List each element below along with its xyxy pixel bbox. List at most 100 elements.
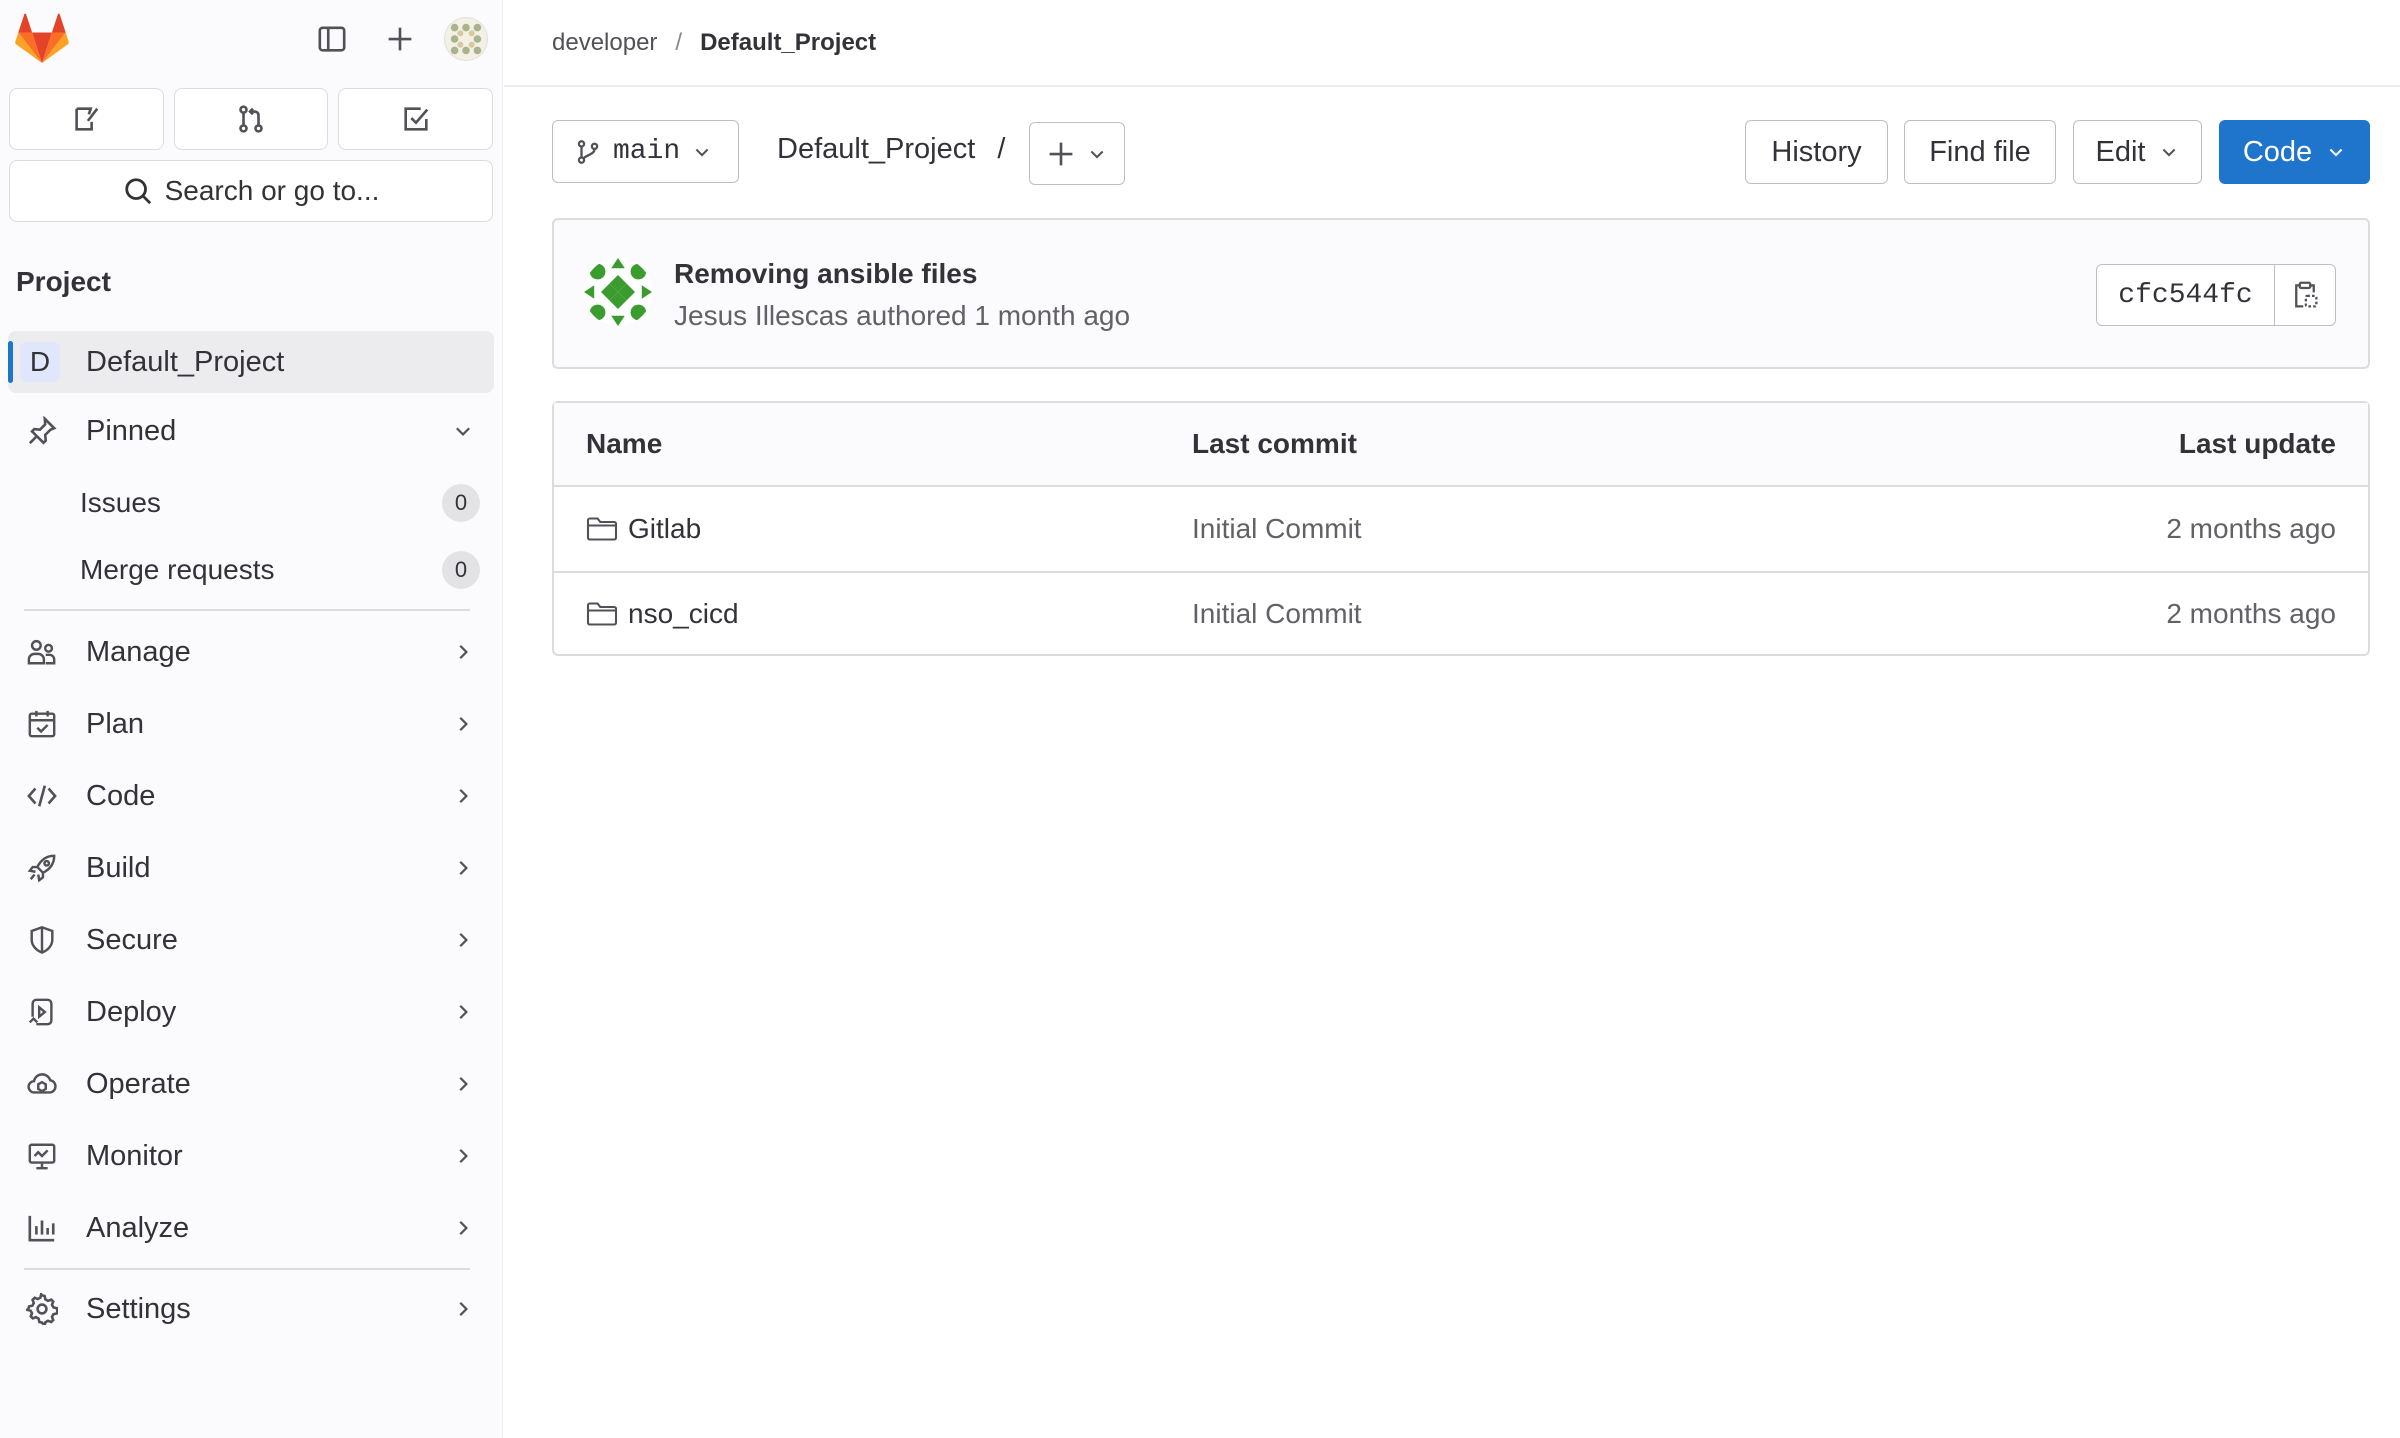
search-icon	[123, 176, 153, 206]
chevron-down-icon	[692, 142, 712, 162]
branch-icon	[575, 139, 601, 165]
file-last-update: 2 months ago	[2166, 598, 2336, 629]
merge-requests-button[interactable]	[173, 88, 329, 150]
edit-button-label: Edit	[2095, 135, 2146, 168]
file-name-link[interactable]: Gitlab	[628, 513, 701, 545]
search-label: Search or go to...	[164, 175, 380, 206]
project-avatar: D	[20, 342, 60, 382]
cloud-icon	[22, 1069, 62, 1099]
sidebar-item-label: Analyze	[86, 1211, 190, 1244]
chevron-down-icon	[1087, 144, 1107, 164]
file-last-commit-link[interactable]: Initial Commit	[1192, 487, 1362, 571]
sidebar-item-build[interactable]: Build	[8, 837, 494, 899]
sidebar-header	[0, 0, 502, 78]
repo-path-root-link[interactable]: Default_Project	[777, 133, 975, 165]
branch-selector[interactable]: main	[552, 120, 739, 183]
table-row[interactable]: Gitlab Initial Commit 2 months ago	[554, 487, 2368, 571]
find-file-button[interactable]: Find file	[1904, 120, 2056, 184]
commit-meta: Jesus Illescas authored 1 month ago	[674, 300, 1131, 331]
last-commit-panel: Removing ansible files Jesus Illescas au…	[552, 218, 2370, 369]
commit-author-avatar[interactable]	[584, 258, 652, 326]
commit-title-link[interactable]: Removing ansible files	[674, 258, 977, 290]
chevron-right-icon	[452, 1073, 474, 1095]
sidebar-item-label: Manage	[86, 635, 191, 668]
commit-sha-group: cfc544fc	[2096, 264, 2336, 326]
sidebar-item-analyze[interactable]: Analyze	[8, 1197, 494, 1259]
sidebar-divider	[24, 609, 470, 611]
sidebar-item-label: Monitor	[86, 1139, 183, 1172]
pinned-item-label: Issues	[80, 487, 161, 518]
code-dropdown-button[interactable]: Code	[2219, 120, 2370, 184]
repo-path: Default_Project /	[777, 133, 1005, 166]
deploy-icon	[22, 997, 62, 1027]
todo-list-button[interactable]	[338, 88, 494, 150]
assigned-issues-button[interactable]	[9, 88, 164, 150]
chart-icon	[22, 1213, 62, 1243]
sidebar-item-manage[interactable]: Manage	[8, 621, 494, 683]
create-new-plus-icon[interactable]	[376, 15, 424, 63]
sidebar-divider	[24, 1268, 470, 1270]
sidebar-item-label: Code	[86, 779, 156, 812]
users-icon	[22, 637, 62, 667]
sidebar-item-project[interactable]: D Default_Project	[8, 331, 494, 393]
chevron-right-icon	[452, 713, 474, 735]
chevron-right-icon	[452, 1217, 474, 1239]
file-tree-table: Name Last commit Last update Gitlab Init…	[552, 401, 2370, 656]
issues-count-badge: 0	[442, 484, 480, 522]
commit-sha-button[interactable]: cfc544fc	[2097, 265, 2275, 325]
pin-icon	[22, 416, 62, 446]
column-header-last-commit: Last commit	[1192, 428, 1357, 459]
file-last-commit-link[interactable]: Initial Commit	[1192, 573, 1362, 655]
chevron-right-icon	[452, 1001, 474, 1023]
chevron-right-icon	[452, 929, 474, 951]
code-button-label: Code	[2242, 135, 2313, 168]
chevron-right-icon	[452, 1298, 474, 1320]
sidebar-item-label: Settings	[86, 1292, 191, 1325]
pinned-item-label: Merge requests	[80, 554, 275, 585]
file-name-link[interactable]: nso_cicd	[628, 598, 739, 630]
chevron-right-icon	[452, 641, 474, 663]
search-button[interactable]: Search or go to...	[9, 160, 493, 222]
pinned-item-merge-requests[interactable]: Merge requests 0	[80, 542, 480, 598]
quick-actions	[0, 78, 502, 150]
add-to-tree-button[interactable]	[1029, 122, 1125, 185]
sidebar-item-deploy[interactable]: Deploy	[8, 981, 494, 1043]
calendar-icon	[22, 709, 62, 739]
table-header: Name Last commit Last update	[554, 403, 2368, 487]
monitor-icon	[22, 1141, 62, 1171]
history-button[interactable]: History	[1745, 120, 1888, 184]
column-header-name: Name	[586, 428, 663, 459]
breadcrumb-separator: /	[675, 28, 683, 56]
user-avatar[interactable]	[444, 17, 488, 61]
gitlab-logo-icon[interactable]	[14, 11, 70, 67]
sidebar-project-name: Default_Project	[86, 345, 285, 378]
sidebar-item-code[interactable]: Code	[8, 765, 494, 827]
copy-sha-button[interactable]	[2275, 265, 2335, 325]
edit-dropdown-button[interactable]: Edit	[2073, 120, 2202, 184]
breadcrumb-current-link[interactable]: Default_Project	[700, 29, 876, 57]
folder-icon	[586, 600, 618, 628]
branch-name: main	[613, 136, 681, 167]
history-button-label: History	[1771, 135, 1862, 168]
sidebar-item-label: Secure	[86, 923, 178, 956]
sidebar-item-label: Operate	[86, 1067, 191, 1100]
gear-icon	[22, 1293, 62, 1325]
table-row[interactable]: nso_cicd Initial Commit 2 months ago	[554, 571, 2368, 655]
clipboard-icon	[2291, 281, 2319, 309]
find-file-button-label: Find file	[1929, 135, 2031, 168]
sidebar-item-operate[interactable]: Operate	[8, 1053, 494, 1115]
chevron-right-icon	[452, 785, 474, 807]
file-last-update: 2 months ago	[2166, 513, 2336, 544]
sidebar-item-monitor[interactable]: Monitor	[8, 1125, 494, 1187]
sidebar-item-plan[interactable]: Plan	[8, 693, 494, 755]
breadcrumb-parent-link[interactable]: developer	[552, 29, 657, 57]
chevron-right-icon	[452, 857, 474, 879]
sidebar-item-settings[interactable]: Settings	[8, 1278, 494, 1340]
pinned-item-issues[interactable]: Issues 0	[80, 475, 480, 531]
plus-icon	[1047, 140, 1075, 168]
sidebar-item-pinned[interactable]: Pinned	[8, 400, 494, 462]
sidebar-item-label: Pinned	[86, 414, 177, 447]
sidebar-item-secure[interactable]: Secure	[8, 909, 494, 971]
column-header-last-update: Last update	[2178, 428, 2336, 459]
collapse-sidebar-icon[interactable]	[308, 15, 356, 63]
